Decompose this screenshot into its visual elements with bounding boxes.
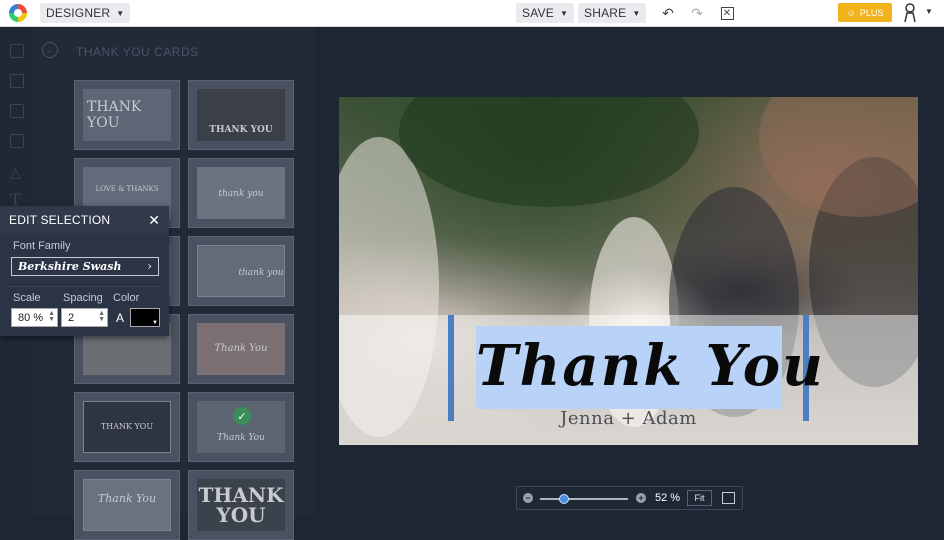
- selection-handle-left[interactable]: [448, 315, 454, 421]
- stepper-arrows-icon[interactable]: ▲ ▼: [98, 310, 105, 323]
- top-toolbar: DESIGNER ▼ SAVE ▼ SHARE ▼ ↶ ↷ ✕ ☺ PLUS ▼: [0, 0, 944, 27]
- caret-down-icon: ▼: [116, 8, 125, 18]
- spacing-stepper[interactable]: 2 ▲ ▼: [61, 308, 108, 327]
- layout-icon[interactable]: [10, 44, 24, 58]
- folder-icon[interactable]: [10, 74, 24, 88]
- back-arrow-icon[interactable]: ←: [42, 42, 58, 58]
- font-family-select[interactable]: Berkshire Swash ›: [11, 257, 159, 276]
- photo-region: [399, 97, 699, 207]
- spacing-value: 2: [68, 311, 75, 324]
- templates-icon[interactable]: [10, 104, 24, 118]
- checkmark-icon: ✓: [233, 407, 251, 425]
- divider: [9, 286, 159, 287]
- close-icon[interactable]: ✕: [716, 3, 738, 23]
- template-thumbnail[interactable]: thank you: [188, 158, 294, 228]
- save-button[interactable]: SAVE ▼: [516, 3, 575, 23]
- chevron-right-icon: ›: [147, 259, 152, 273]
- scale-stepper[interactable]: 80 % ▲ ▼: [11, 308, 58, 327]
- grid-icon[interactable]: [10, 134, 24, 148]
- template-thumbnail[interactable]: THANK YOU: [74, 392, 180, 462]
- color-swatch[interactable]: ▼: [130, 308, 160, 327]
- share-label: SHARE: [584, 6, 627, 20]
- panel-title: THANK YOU CARDS: [76, 45, 199, 59]
- edit-selection-title: EDIT SELECTION: [0, 206, 169, 233]
- plus-button[interactable]: ☺ PLUS: [838, 3, 892, 22]
- designer-menu-button[interactable]: DESIGNER ▼: [40, 3, 131, 23]
- design-canvas[interactable]: Thank You Jenna + Adam: [339, 97, 918, 445]
- swatch-dropdown-icon: ▼: [152, 320, 158, 326]
- plus-label: PLUS: [859, 7, 884, 18]
- scale-label: Scale: [13, 292, 41, 304]
- plus-badge-icon: ☺: [846, 7, 856, 18]
- save-label: SAVE: [522, 6, 554, 20]
- edit-selection-panel: EDIT SELECTION ✕ Font Family Berkshire S…: [0, 206, 169, 336]
- designer-label: DESIGNER: [46, 6, 111, 20]
- thumbnail-text: Thank You: [214, 343, 268, 354]
- zoom-in-icon[interactable]: +: [636, 493, 646, 503]
- template-thumbnail[interactable]: thank you: [188, 236, 294, 306]
- zoom-value: 52 %: [655, 492, 681, 504]
- fullscreen-icon[interactable]: [722, 492, 735, 504]
- thumbnail-text: THANK YOU: [100, 422, 154, 431]
- thumbnail-text: thank you: [218, 189, 264, 199]
- template-thumbnail[interactable]: THANK YOU: [188, 80, 294, 150]
- thumbnail-text: LOVE & THANKS: [95, 185, 159, 193]
- share-button[interactable]: SHARE ▼: [578, 3, 647, 23]
- template-thumbnail-selected[interactable]: Thank You ✓: [188, 392, 294, 462]
- caret-down-icon: ▼: [632, 8, 641, 18]
- zoom-control: − + 52 % Fit: [516, 486, 743, 510]
- thumbnail-text: Thank You: [217, 433, 265, 443]
- chevron-down-icon[interactable]: ▼: [925, 7, 933, 16]
- app-logo[interactable]: [9, 4, 27, 22]
- template-thumbnail[interactable]: THANK YOU: [74, 80, 180, 150]
- template-thumbnail[interactable]: Thank You: [74, 470, 180, 540]
- redo-icon[interactable]: ↷: [686, 3, 708, 23]
- zoom-slider-knob[interactable]: [558, 494, 569, 504]
- thumbnail-text: THANK YOU: [198, 483, 284, 527]
- text-icon[interactable]: T: [10, 190, 24, 209]
- user-avatar[interactable]: [902, 3, 918, 23]
- spacing-label: Spacing: [63, 292, 103, 304]
- thumbnail-text: THANK YOU: [209, 125, 273, 135]
- close-icon[interactable]: ✕: [148, 212, 160, 229]
- couple-names-text[interactable]: Jenna + Adam: [339, 408, 918, 429]
- font-family-label: Font Family: [13, 240, 71, 252]
- zoom-out-icon[interactable]: −: [523, 493, 533, 503]
- caret-down-icon: ▼: [559, 8, 569, 18]
- zoom-slider-track[interactable]: [540, 498, 628, 500]
- text-color-button[interactable]: A: [112, 308, 128, 327]
- thumbnail-text: thank you: [238, 268, 284, 278]
- undo-icon[interactable]: ↶: [657, 3, 679, 23]
- color-label: Color: [113, 292, 140, 304]
- stepper-arrows-icon[interactable]: ▲ ▼: [48, 310, 55, 323]
- font-value: Berkshire Swash: [18, 260, 122, 273]
- template-thumbnail[interactable]: Thank You: [188, 314, 294, 384]
- fit-button[interactable]: Fit: [687, 490, 712, 506]
- photo-region: [759, 97, 918, 217]
- thumbnail-text: Thank You: [97, 492, 157, 505]
- shapes-icon[interactable]: △: [10, 164, 24, 180]
- thumbnail-text: THANK YOU: [87, 99, 142, 131]
- template-thumbnail[interactable]: THANK YOU: [188, 470, 294, 540]
- headline-text[interactable]: Thank You: [476, 333, 823, 399]
- scale-value: 80 %: [18, 311, 44, 324]
